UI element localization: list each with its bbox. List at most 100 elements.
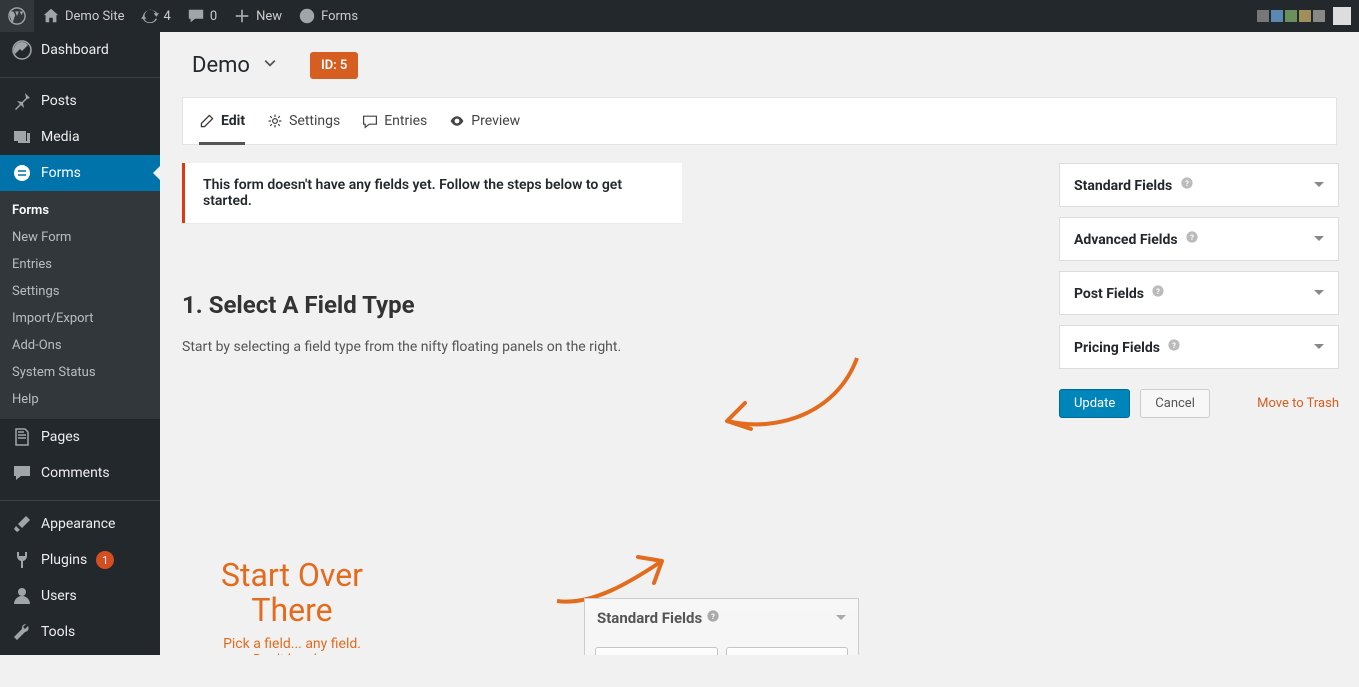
side-panel-advanced-fields[interactable]: Advanced Fields ? bbox=[1059, 217, 1339, 261]
sidebar-submenu-forms: Forms New Form Entries Settings Import/E… bbox=[0, 191, 160, 419]
sidebar-item-users[interactable]: Users bbox=[0, 578, 160, 614]
sidebar-item-comments[interactable]: Comments bbox=[0, 455, 160, 491]
sidebar-item-label: Posts bbox=[41, 93, 77, 109]
panel-body: Single Line TextParagraph TextDrop DownM… bbox=[585, 637, 858, 655]
side-panel-standard-fields[interactable]: Standard Fields ? bbox=[1059, 163, 1339, 207]
separator bbox=[0, 73, 160, 78]
handwritten-line: There bbox=[251, 591, 332, 629]
eye-icon bbox=[449, 113, 465, 129]
sidebar-item-label: Appearance bbox=[41, 516, 115, 532]
sidebar-item-dashboard[interactable]: Dashboard bbox=[0, 32, 160, 68]
empty-form-notice: This form doesn't have any fields yet. F… bbox=[182, 163, 682, 223]
sidebar-item-tools[interactable]: Tools bbox=[0, 614, 160, 650]
tab-entries[interactable]: Entries bbox=[362, 98, 427, 144]
demo-field-panel: Standard Fields ? Single Line Text Paragr… bbox=[584, 598, 859, 655]
side-panel-label: Standard Fields bbox=[1074, 178, 1172, 194]
submenu-item-entries[interactable]: Entries bbox=[0, 251, 160, 278]
wordpress-icon bbox=[8, 7, 26, 25]
caret-down-icon bbox=[1314, 344, 1324, 354]
brush-icon bbox=[12, 514, 32, 534]
tab-edit[interactable]: Edit bbox=[199, 98, 245, 144]
submenu-item-settings[interactable]: Settings bbox=[0, 278, 160, 305]
updates-link[interactable]: 4 bbox=[133, 0, 179, 32]
handwritten-subtitle: Pick a field... any field.Don't be shy. bbox=[197, 636, 387, 655]
side-panel-post-fields[interactable]: Post Fields ? bbox=[1059, 271, 1339, 315]
refresh-icon bbox=[141, 7, 159, 25]
plugins-badge: 1 bbox=[96, 551, 114, 569]
tab-label: Settings bbox=[289, 113, 340, 129]
wrench-icon bbox=[12, 622, 32, 642]
sidebar-item-media[interactable]: Media bbox=[0, 119, 160, 155]
help-icon[interactable]: ? bbox=[1151, 284, 1165, 298]
comments-count: 0 bbox=[210, 9, 217, 24]
field-type-button[interactable]: Paragraph Text bbox=[726, 647, 849, 655]
swatch bbox=[1271, 10, 1283, 22]
entries-icon bbox=[362, 113, 378, 129]
sidebar-item-appearance[interactable]: Appearance bbox=[0, 506, 160, 542]
submenu-item-new-form[interactable]: New Form bbox=[0, 224, 160, 251]
submenu-item-help[interactable]: Help bbox=[0, 386, 160, 413]
gear-icon bbox=[267, 113, 283, 129]
update-button[interactable]: Update bbox=[1059, 389, 1130, 418]
forms-menu-icon bbox=[12, 163, 32, 183]
plus-icon bbox=[233, 7, 251, 25]
pin-icon bbox=[12, 91, 32, 111]
editor-left-column: This form doesn't have any fields yet. F… bbox=[182, 163, 1039, 418]
comments-link[interactable]: 0 bbox=[179, 0, 225, 32]
updates-count: 4 bbox=[164, 9, 171, 24]
cancel-button[interactable]: Cancel bbox=[1140, 389, 1210, 418]
side-panel-pricing-fields[interactable]: Pricing Fields ? bbox=[1059, 325, 1339, 369]
home-icon bbox=[42, 7, 60, 25]
submenu-item-addons[interactable]: Add-Ons bbox=[0, 332, 160, 359]
sidebar-item-forms[interactable]: Forms bbox=[0, 155, 160, 191]
tab-settings[interactable]: Settings bbox=[267, 98, 340, 144]
help-icon[interactable]: ? bbox=[1180, 176, 1194, 190]
new-link[interactable]: New bbox=[225, 0, 290, 32]
move-to-trash-link[interactable]: Move to Trash bbox=[1257, 396, 1339, 411]
svg-text:?: ? bbox=[1172, 341, 1176, 350]
context-link[interactable]: Forms bbox=[290, 0, 366, 32]
main-content: Demo ID: 5 Edit Settings Entries Preview… bbox=[160, 32, 1359, 655]
help-icon[interactable]: ? bbox=[1167, 338, 1181, 352]
caret-down-icon bbox=[1314, 236, 1324, 246]
side-panel-label: Pricing Fields bbox=[1074, 340, 1160, 356]
pages-icon bbox=[12, 427, 32, 447]
site-link[interactable]: Demo Site bbox=[34, 0, 133, 32]
caret-down-icon bbox=[836, 615, 846, 625]
svg-text:?: ? bbox=[1157, 287, 1161, 296]
admin-sidebar: Dashboard Posts Media Forms Forms New Fo… bbox=[0, 32, 160, 655]
sidebar-item-label: Dashboard bbox=[41, 42, 109, 58]
sidebar-item-pages[interactable]: Pages bbox=[0, 419, 160, 455]
side-panel-label: Post Fields bbox=[1074, 286, 1144, 302]
chevron-down-icon bbox=[262, 55, 278, 71]
tab-label: Entries bbox=[384, 113, 427, 129]
side-actions: Update Cancel Move to Trash bbox=[1059, 389, 1339, 418]
user-icon bbox=[12, 586, 32, 606]
help-icon[interactable]: ? bbox=[706, 609, 720, 623]
edit-icon bbox=[199, 113, 215, 129]
avatar[interactable] bbox=[1333, 7, 1351, 25]
editor-right-column: Standard Fields ?Advanced Fields ?Post F… bbox=[1059, 163, 1339, 418]
tab-label: Edit bbox=[221, 113, 245, 129]
plug-icon bbox=[12, 550, 32, 570]
swatch bbox=[1257, 10, 1269, 22]
help-icon[interactable]: ? bbox=[1185, 230, 1199, 244]
form-id-badge: ID: 5 bbox=[310, 52, 358, 79]
sidebar-item-label: Tools bbox=[41, 624, 75, 640]
field-type-button[interactable]: Single Line Text bbox=[595, 647, 718, 655]
sidebar-item-plugins[interactable]: Plugins1 bbox=[0, 542, 160, 578]
handwritten-line: Pick a field... any field. bbox=[223, 636, 361, 652]
sidebar-item-label: Forms bbox=[41, 165, 81, 181]
site-name: Demo Site bbox=[65, 9, 125, 24]
form-switch-dropdown[interactable] bbox=[262, 55, 278, 76]
step-body: Start by selecting a field type from the… bbox=[182, 339, 1039, 355]
submenu-item-system-status[interactable]: System Status bbox=[0, 359, 160, 386]
panel-header[interactable]: Standard Fields ? bbox=[585, 599, 858, 637]
tab-preview[interactable]: Preview bbox=[449, 98, 520, 144]
sidebar-item-posts[interactable]: Posts bbox=[0, 83, 160, 119]
submenu-item-forms[interactable]: Forms bbox=[0, 197, 160, 224]
submenu-item-import-export[interactable]: Import/Export bbox=[0, 305, 160, 332]
caret-down-icon bbox=[1314, 290, 1324, 300]
wp-logo[interactable] bbox=[0, 0, 34, 32]
admin-bar: Demo Site 4 0 New Forms bbox=[0, 0, 1359, 32]
